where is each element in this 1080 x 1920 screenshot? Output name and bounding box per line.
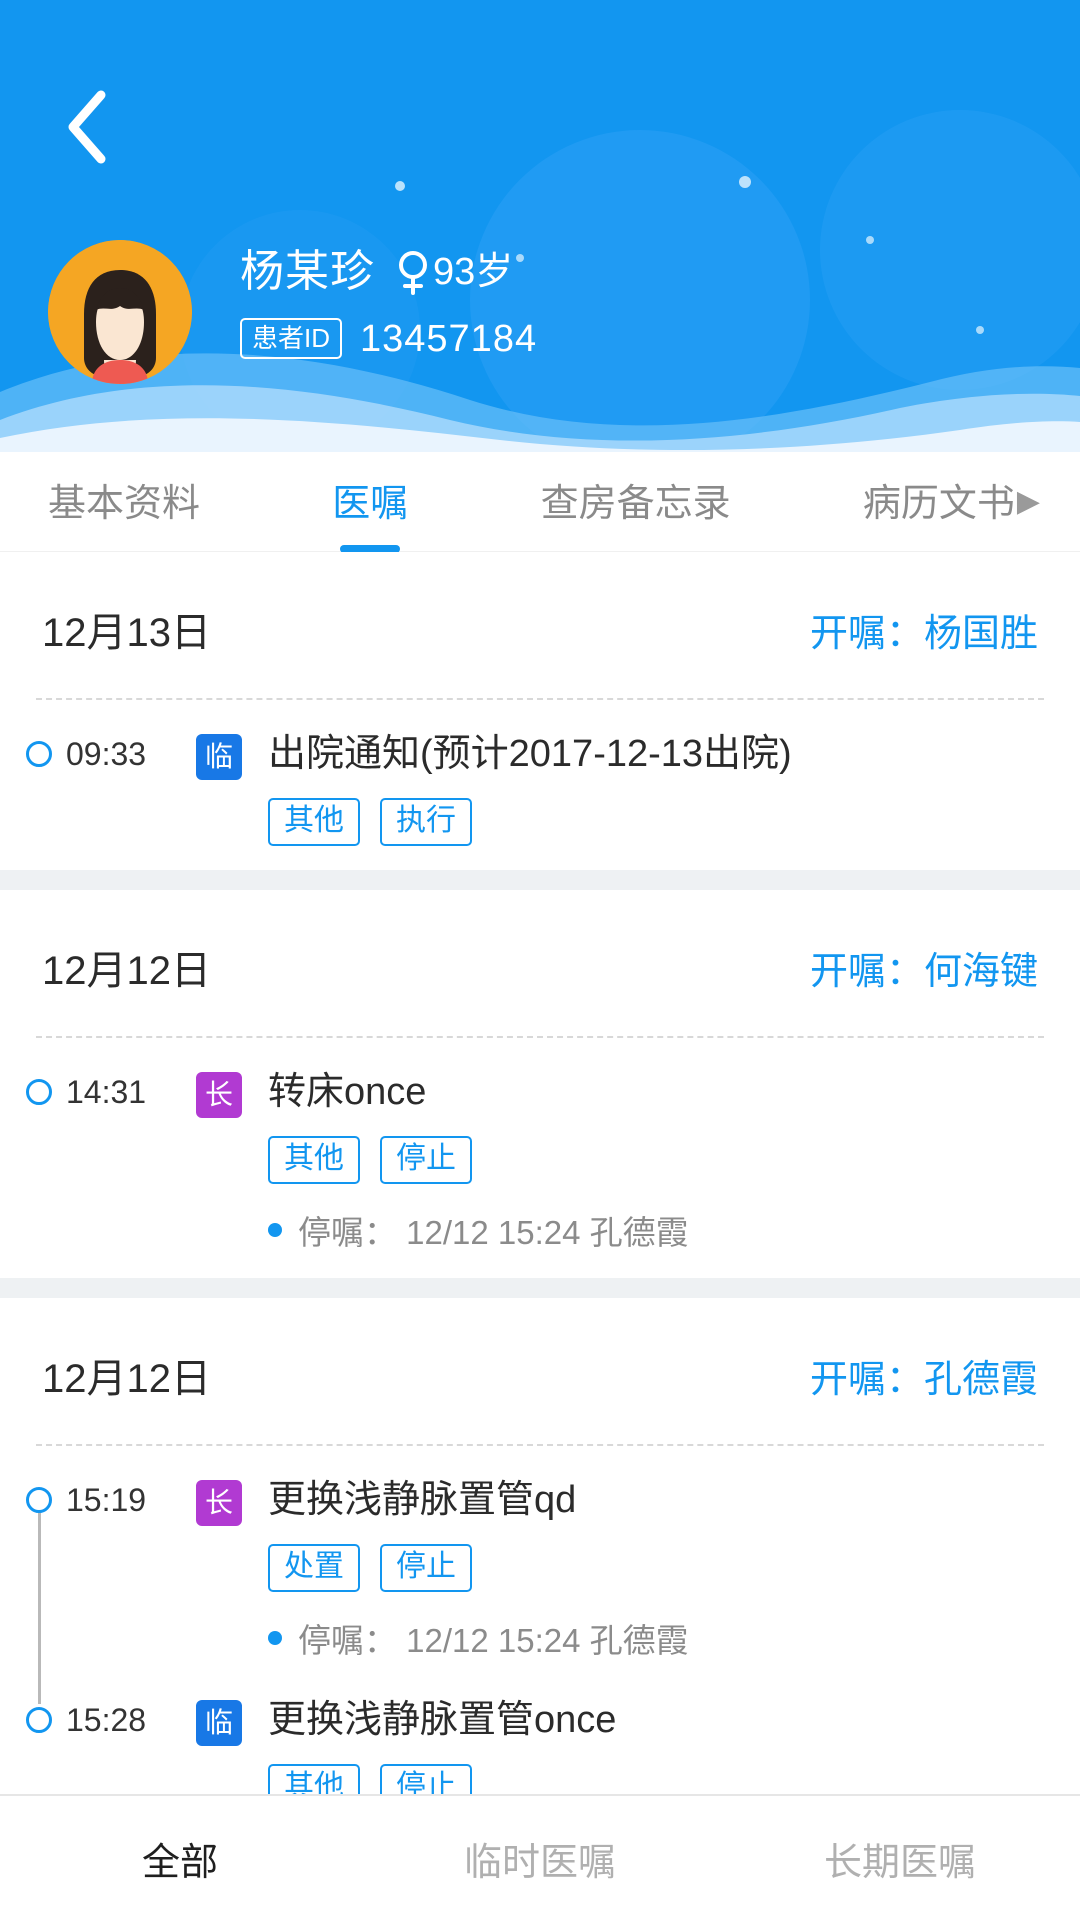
- order-card-doctor[interactable]: 开嘱：杨国胜: [810, 602, 1038, 657]
- order-title-line: 长 更换浅静脉置管qd: [196, 1478, 1044, 1526]
- order-time: 14:31: [66, 1074, 147, 1110]
- order-card-date: 12月12日: [42, 1357, 211, 1401]
- timeline-dot-icon: [26, 741, 52, 767]
- order-type-badge: 长: [196, 1072, 242, 1118]
- status-badge[interactable]: 停止: [380, 1136, 472, 1184]
- patient-id-label: 患者ID: [240, 318, 343, 359]
- timeline-dot-icon: [26, 1707, 52, 1733]
- order-content: 临 更换浅静脉置管once 其他 停止 停嘱： 12/12 15:24 孔德霞: [196, 1698, 1044, 1794]
- bullet-icon: [268, 1631, 282, 1645]
- order-content: 临 出院通知(预计2017-12-13出院) 其他 执行: [196, 732, 1044, 846]
- order-rows: 15:19 长 更换浅静脉置管qd 处置 停止 停嘱： 12/12 15:24 …: [0, 1446, 1080, 1794]
- bottom-tab-temporary-orders[interactable]: 临时医嘱: [360, 1831, 720, 1886]
- header-wave-background: [0, 0, 1080, 452]
- status-badge[interactable]: 停止: [380, 1764, 472, 1794]
- order-card: 12月12日 开嘱：何海键 14:31 长 转床once 其他 停止 停嘱： 1…: [0, 890, 1080, 1278]
- order-time: 15:19: [66, 1482, 147, 1518]
- order-type-badge: 长: [196, 1480, 242, 1526]
- timeline-dot-icon: [26, 1079, 52, 1105]
- order-title-line: 临 更换浅静脉置管once: [196, 1698, 1044, 1746]
- tab-ward-round-memo[interactable]: 查房备忘录: [541, 472, 731, 531]
- tab-basic-info[interactable]: 基本资料: [48, 472, 200, 531]
- tab-medical-records[interactable]: 病历文书: [863, 472, 1015, 531]
- order-tags: 处置 停止: [268, 1544, 1044, 1592]
- bottom-filter-bar: 全部 临时医嘱 长期医嘱: [0, 1794, 1080, 1920]
- patient-id-line: 患者ID 13457184: [240, 318, 537, 359]
- order-card-header: 12月12日 开嘱：何海键: [0, 890, 1080, 1036]
- patient-orders-screen: 杨某珍 93岁 患者ID 13457184 基本资料 医嘱 查房备忘录 病历文书…: [0, 0, 1080, 1920]
- patient-age: 93岁: [433, 251, 514, 293]
- order-card-date: 12月13日: [42, 611, 211, 655]
- chevron-left-icon: [68, 90, 106, 164]
- patient-name-line: 杨某珍 93岁: [240, 248, 537, 296]
- order-card-header: 12月13日 开嘱：杨国胜: [0, 552, 1080, 698]
- order-content: 长 更换浅静脉置管qd 处置 停止 停嘱： 12/12 15:24 孔德霞: [196, 1478, 1044, 1662]
- order-time: 15:28: [66, 1702, 147, 1738]
- order-card: 12月12日 开嘱：孔德霞 15:19 长 更换浅静脉置管qd 处置 停止 停嘱…: [0, 1298, 1080, 1794]
- timeline-dot-icon: [26, 1487, 52, 1513]
- order-stop-note: 停嘱： 12/12 15:24 孔德霞: [268, 1614, 1044, 1662]
- order-card-date: 12月12日: [42, 949, 211, 993]
- order-tags: 其他 停止: [268, 1136, 1044, 1184]
- order-content: 长 转床once 其他 停止 停嘱： 12/12 15:24 孔德霞: [196, 1070, 1044, 1254]
- top-tab-bar: 基本资料 医嘱 查房备忘录 病历文书 ▶: [0, 452, 1080, 552]
- order-time: 09:33: [66, 736, 147, 772]
- bottom-tab-longterm-orders[interactable]: 长期医嘱: [720, 1831, 1080, 1886]
- order-rows: 09:33 临 出院通知(预计2017-12-13出院) 其他 执行: [0, 700, 1080, 864]
- table-row[interactable]: 15:28 临 更换浅静脉置管once 其他 停止 停嘱: [0, 1666, 1080, 1794]
- patient-summary: 杨某珍 93岁 患者ID 13457184: [48, 240, 537, 384]
- table-row[interactable]: 15:19 长 更换浅静脉置管qd 处置 停止 停嘱： 12/12 15:24 …: [0, 1446, 1080, 1666]
- order-stop-note-text: 停嘱： 12/12 15:24 孔德霞: [298, 1214, 689, 1251]
- order-stop-note-text: 停嘱： 12/12 15:24 孔德霞: [298, 1622, 689, 1659]
- status-badge[interactable]: 执行: [380, 798, 472, 846]
- order-card-doctor[interactable]: 开嘱：孔德霞: [810, 1348, 1038, 1403]
- status-badge[interactable]: 其他: [268, 1136, 360, 1184]
- order-tags: 其他 停止: [268, 1764, 1044, 1794]
- status-badge[interactable]: 其他: [268, 1764, 360, 1794]
- order-time-column: 15:19: [26, 1478, 196, 1519]
- order-stop-note: 停嘱： 12/12 15:24 孔德霞: [268, 1206, 1044, 1254]
- status-badge[interactable]: 停止: [380, 1544, 472, 1592]
- tab-orders[interactable]: 医嘱: [332, 472, 408, 531]
- order-tags: 其他 执行: [268, 798, 1044, 846]
- table-row[interactable]: 09:33 临 出院通知(预计2017-12-13出院) 其他 执行: [0, 700, 1080, 850]
- order-name: 转床once: [268, 1071, 427, 1113]
- order-type-badge: 临: [196, 1700, 242, 1746]
- avatar: [48, 240, 192, 384]
- patient-header: 杨某珍 93岁 患者ID 13457184: [0, 0, 1080, 452]
- patient-name: 杨某珍: [240, 247, 375, 296]
- order-name: 更换浅静脉置管qd: [268, 1479, 577, 1521]
- bullet-icon: [268, 1223, 282, 1237]
- timeline-connector: [38, 1504, 41, 1704]
- order-time-column: 15:28: [26, 1698, 196, 1739]
- order-rows: 14:31 长 转床once 其他 停止 停嘱： 12/12 15:24 孔德霞: [0, 1038, 1080, 1272]
- order-time-column: 14:31: [26, 1070, 196, 1111]
- tabs-more-arrow-icon[interactable]: ▶: [1017, 486, 1040, 517]
- order-name: 更换浅静脉置管once: [268, 1699, 617, 1741]
- patient-avatar-female-icon: [48, 240, 192, 384]
- back-button[interactable]: [42, 82, 132, 172]
- order-card-header: 12月12日 开嘱：孔德霞: [0, 1298, 1080, 1444]
- order-name: 出院通知(预计2017-12-13出院): [268, 733, 792, 775]
- orders-list[interactable]: 12月13日 开嘱：杨国胜 09:33 临 出院通知(预计2017-12-13出…: [0, 552, 1080, 1794]
- order-title-line: 临 出院通知(预计2017-12-13出院): [196, 732, 1044, 780]
- order-type-badge: 临: [196, 734, 242, 780]
- bottom-tab-all[interactable]: 全部: [0, 1831, 360, 1886]
- order-card: 12月13日 开嘱：杨国胜 09:33 临 出院通知(预计2017-12-13出…: [0, 552, 1080, 870]
- order-time-column: 09:33: [26, 732, 196, 773]
- order-card-doctor[interactable]: 开嘱：何海键: [810, 940, 1038, 995]
- table-row[interactable]: 14:31 长 转床once 其他 停止 停嘱： 12/12 15:24 孔德霞: [0, 1038, 1080, 1258]
- status-badge[interactable]: 其他: [268, 798, 360, 846]
- status-badge[interactable]: 处置: [268, 1544, 360, 1592]
- female-gender-icon: [395, 248, 431, 296]
- patient-info: 杨某珍 93岁 患者ID 13457184: [240, 240, 537, 359]
- patient-id-value: 13457184: [360, 317, 538, 360]
- order-title-line: 长 转床once: [196, 1070, 1044, 1118]
